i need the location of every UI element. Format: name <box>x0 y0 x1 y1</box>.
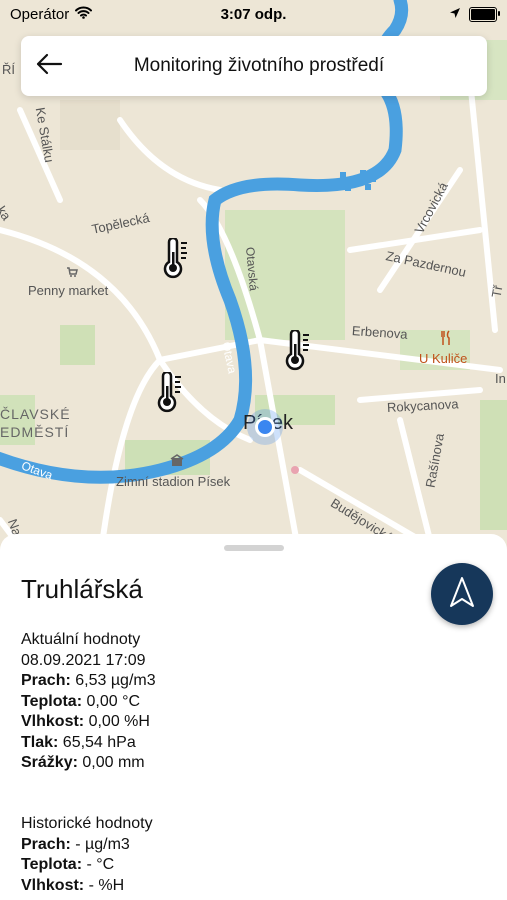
value-label: Vlhkost: <box>21 713 85 730</box>
value-row: Srážky: 0,00 mm <box>21 753 156 774</box>
value-text: - µg/m3 <box>70 835 130 853</box>
current-values-heading: Aktuální hodnoty <box>21 631 141 648</box>
map-label: Penny market <box>28 283 109 298</box>
user-location-dot <box>247 409 283 445</box>
map-label: Zimní stadion Písek <box>116 474 231 489</box>
value-row: Teplota: - °C <box>21 855 153 876</box>
battery-icon <box>469 6 500 22</box>
map-label: EDMĚSTÍ <box>0 424 70 440</box>
navigate-button[interactable] <box>431 563 493 625</box>
value-text: 0,00 %H <box>84 713 150 730</box>
value-row: Prach: - µg/m3 <box>21 835 153 856</box>
map-label: In <box>495 371 506 386</box>
navigation-arrow-icon <box>449 576 475 613</box>
shopping-cart-icon <box>66 265 78 283</box>
value-text: - °C <box>82 856 115 873</box>
status-right <box>449 6 507 23</box>
value-row: Teplota: 0,00 °C <box>21 692 156 713</box>
stadium-icon <box>170 454 184 473</box>
value-text: 6,53 µg/m3 <box>70 672 156 689</box>
historic-values-heading: Historické hodnoty <box>21 815 153 832</box>
station-name: Truhlářská <box>21 574 143 604</box>
value-text: 0,00 °C <box>82 692 141 710</box>
historic-values-section: Historické hodnoty Prach: - µg/m3 Teplot… <box>21 814 153 896</box>
value-label: Prach: <box>21 835 71 853</box>
sheet-drag-handle[interactable] <box>224 545 284 551</box>
value-row: Vlhkost: 0,00 %H <box>21 712 156 733</box>
wifi-icon <box>75 6 93 23</box>
value-label: Teplota: <box>21 692 83 710</box>
value-row: Prach: 6,53 µg/m3 <box>21 671 156 692</box>
thermometer-icon[interactable] <box>160 236 190 280</box>
value-text: 65,54 hPa <box>58 733 136 751</box>
map-label: Tř <box>488 284 506 299</box>
status-left: Operátor <box>0 5 93 23</box>
value-text: 0,00 mm <box>77 754 145 771</box>
page-title: Monitoring životního prostředí <box>133 55 385 76</box>
location-arrow-icon <box>449 6 461 23</box>
value-label: Srážky: <box>21 754 78 771</box>
back-button[interactable] <box>21 36 77 96</box>
value-label: Teplota: <box>21 856 83 873</box>
value-row: Tlak: 65,54 hPa <box>21 733 156 754</box>
value-label: Prach: <box>21 672 71 689</box>
status-bar: Operátor 3:07 odp. <box>0 0 507 28</box>
current-values-section: Aktuální hodnoty 08.09.2021 17:09 Prach:… <box>21 630 156 774</box>
thermometer-icon[interactable] <box>154 370 184 414</box>
restaurant-icon <box>440 330 452 351</box>
carrier-name: Operátor <box>10 5 70 23</box>
map-label: ČLAVSKÉ <box>0 406 71 422</box>
map-label-poi: U Kuliče <box>419 351 468 366</box>
header-bar: Monitoring životního prostředí <box>21 36 487 96</box>
map-label: ŘÍ <box>2 62 15 77</box>
value-label: Tlak: <box>21 733 59 751</box>
value-label: Vlhkost: <box>21 876 85 894</box>
arrow-left-icon <box>35 53 63 80</box>
value-text: - %H <box>84 876 125 894</box>
value-row: Vlhkost: - %H <box>21 876 153 897</box>
current-datetime: 08.09.2021 17:09 <box>21 651 146 669</box>
bottom-sheet[interactable]: Truhlářská Aktuální hodnoty 08.09.2021 1… <box>0 534 507 900</box>
thermometer-icon[interactable] <box>282 328 312 372</box>
